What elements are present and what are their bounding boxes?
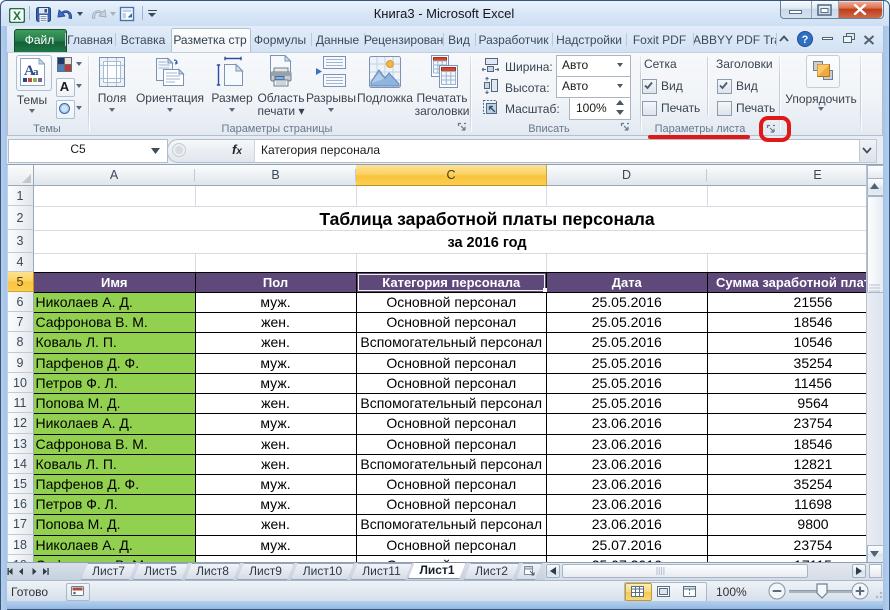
svg-text:?: ?: [802, 34, 809, 46]
svg-text:X: X: [13, 9, 21, 23]
svg-text:a: a: [33, 66, 39, 78]
